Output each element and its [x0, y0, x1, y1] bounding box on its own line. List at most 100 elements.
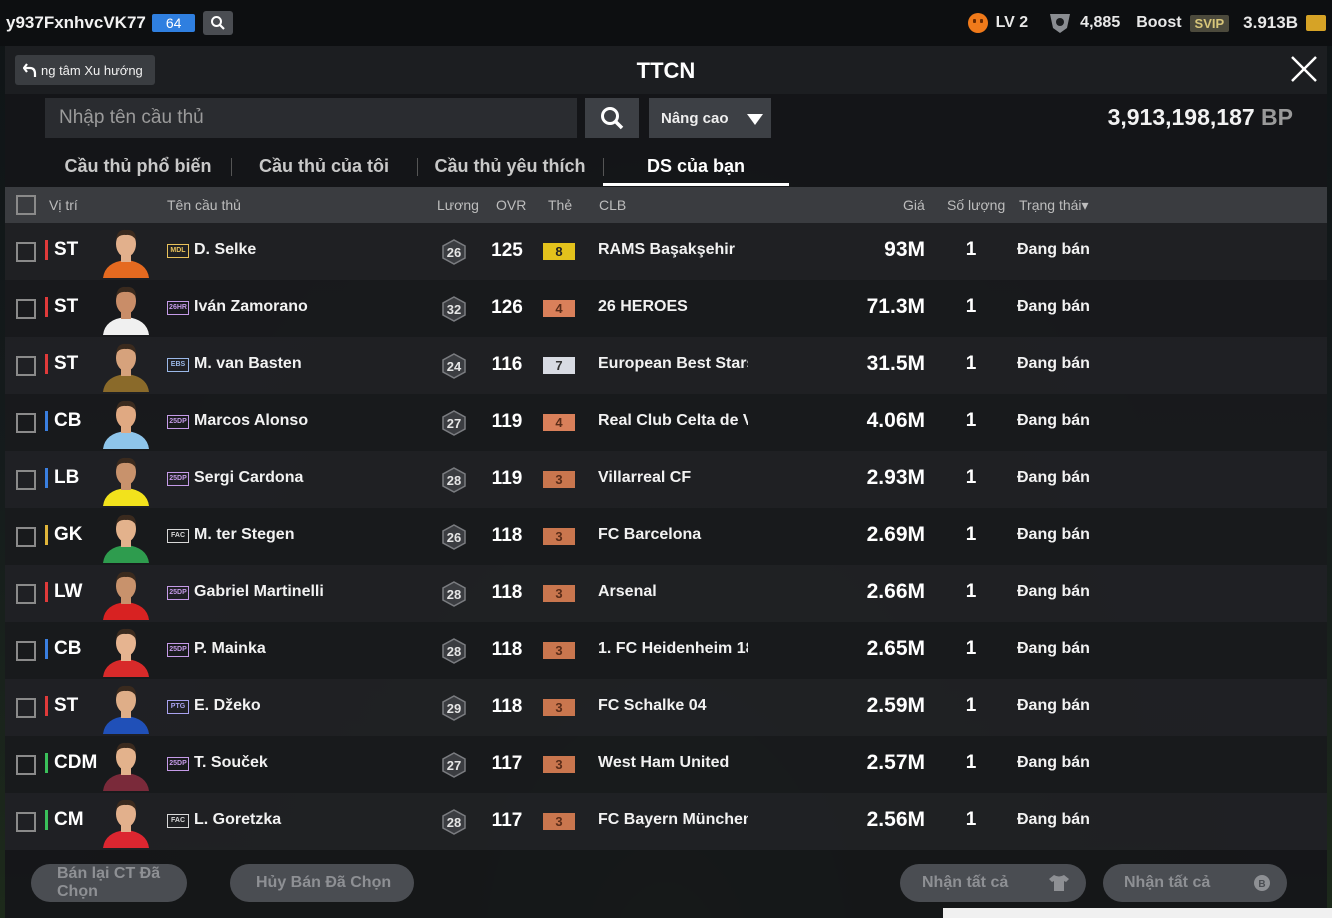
col-club[interactable]: CLB: [599, 197, 626, 213]
player-name[interactable]: Gabriel Martinelli: [194, 583, 324, 601]
player-ovr: 118: [491, 639, 523, 660]
row-checkbox[interactable]: [16, 584, 36, 604]
player-name[interactable]: P. Mainka: [194, 640, 266, 658]
cancel-sale-selected-button[interactable]: Hủy Bán Đã Chọn: [230, 864, 414, 902]
card-grade: 3: [543, 471, 575, 488]
player-quantity: 1: [965, 239, 977, 260]
col-quantity[interactable]: Số lượng: [947, 197, 1005, 213]
sale-status: Đang bán: [1017, 754, 1090, 771]
row-checkbox[interactable]: [16, 527, 36, 547]
tab-1[interactable]: Cầu thủ của tôi: [231, 150, 417, 186]
card-grade: 3: [543, 756, 575, 773]
player-quantity: 1: [965, 524, 977, 545]
row-checkbox[interactable]: [16, 299, 36, 319]
player-club: FC Bayern München: [598, 811, 748, 828]
table-row[interactable]: ST EBS M. van Basten 24 116 7 European B…: [5, 337, 1327, 394]
table-row[interactable]: CM FAC L. Goretzka 28 117 3 FC Bayern Mü…: [5, 793, 1327, 850]
player-name[interactable]: D. Selke: [194, 241, 256, 259]
player-name[interactable]: L. Goretzka: [194, 811, 281, 829]
salary-value: 26: [447, 245, 461, 260]
card-grade: 3: [543, 528, 575, 545]
player-name[interactable]: M. ter Stegen: [194, 526, 294, 544]
season-badge: FAC: [167, 814, 189, 828]
player-ovr: 118: [491, 525, 523, 546]
top-search-button[interactable]: [203, 11, 234, 35]
salary-badge: 24: [442, 353, 466, 379]
row-checkbox[interactable]: [16, 698, 36, 718]
salary-value: 27: [447, 758, 461, 773]
table-row[interactable]: GK FAC M. ter Stegen 26 118 3 FC Barcelo…: [5, 508, 1327, 565]
page-title: TTCN: [636, 58, 696, 83]
advanced-filter-dropdown[interactable]: Nâng cao: [649, 98, 771, 138]
col-salary[interactable]: Lương: [437, 197, 479, 213]
col-position[interactable]: Vị trí: [49, 197, 78, 213]
resell-selected-button[interactable]: Bán lại CT Đã Chọn: [31, 864, 187, 902]
row-checkbox[interactable]: [16, 755, 36, 775]
player-position: ST: [45, 240, 78, 260]
tab-2[interactable]: Cầu thủ yêu thích: [417, 150, 603, 186]
player-name[interactable]: M. van Basten: [194, 355, 302, 373]
col-ovr[interactable]: OVR: [496, 197, 526, 213]
search-button[interactable]: [585, 98, 639, 138]
table-row[interactable]: LB 25DP Sergi Cardona 28 119 3 Villarrea…: [5, 451, 1327, 508]
tab-0[interactable]: Cầu thủ phổ biến: [45, 150, 231, 186]
col-card[interactable]: Thẻ: [548, 197, 572, 213]
player-club: European Best Stars: [598, 355, 748, 372]
transfer-market-panel: ng tâm Xu hướng TTCN Nâng cao 3,913,198,…: [5, 46, 1327, 918]
table-row[interactable]: ST MDL D. Selke 26 125 8 RAMS Başakşehir…: [5, 223, 1327, 280]
player-search-input[interactable]: [45, 98, 577, 138]
season-badge: PTG: [167, 700, 189, 714]
claim-items-label: Nhận tất cả: [922, 874, 1009, 891]
table-row[interactable]: CDM 25DP T. Souček 27 117 3 West Ham Uni…: [5, 736, 1327, 793]
claim-all-items-button[interactable]: Nhận tất cả: [900, 864, 1086, 902]
claim-bp-label: Nhận tất cả: [1124, 874, 1211, 891]
claim-all-bp-button[interactable]: Nhận tất cả B: [1103, 864, 1287, 902]
tab-3[interactable]: DS của bạn: [603, 150, 789, 186]
player-portrait: [103, 400, 149, 449]
row-checkbox[interactable]: [16, 641, 36, 661]
table-row[interactable]: CB 25DP Marcos Alonso 27 119 4 Real Club…: [5, 394, 1327, 451]
player-ovr: 116: [491, 354, 523, 375]
close-icon[interactable]: [1289, 54, 1319, 84]
season-badge: 25DP: [167, 472, 189, 486]
player-ovr: 119: [491, 411, 523, 432]
salary-badge: 27: [442, 752, 466, 778]
table-row[interactable]: CB 25DP P. Mainka 28 118 3 1. FC Heidenh…: [5, 622, 1327, 679]
player-name[interactable]: E. Džeko: [194, 697, 261, 715]
table-row[interactable]: ST PTG E. Džeko 29 118 3 FC Schalke 04 2…: [5, 679, 1327, 736]
player-price: 2.65M: [866, 637, 925, 660]
player-club: Villarreal CF: [598, 469, 692, 486]
select-all-checkbox[interactable]: [16, 195, 36, 215]
sale-status: Đang bán: [1017, 811, 1090, 828]
season-badge: MDL: [167, 244, 189, 258]
player-name[interactable]: Sergi Cardona: [194, 469, 303, 487]
row-checkbox[interactable]: [16, 413, 36, 433]
player-price: 93M: [884, 238, 925, 261]
salary-badge: 27: [442, 410, 466, 436]
player-name[interactable]: Marcos Alonso: [194, 412, 308, 430]
boost-label: Boost: [1136, 14, 1182, 31]
row-checkbox[interactable]: [16, 470, 36, 490]
player-ovr: 117: [491, 810, 523, 831]
tab-bar: Cầu thủ phổ biến Cầu thủ của tôi Cầu thủ y…: [45, 150, 789, 186]
player-portrait: [103, 571, 149, 620]
player-portrait: [103, 343, 149, 392]
sale-status: Đang bán: [1017, 640, 1090, 657]
salary-value: 24: [447, 359, 462, 374]
col-status[interactable]: Trạng thái▾: [1019, 197, 1089, 214]
table-row[interactable]: ST 26HR Iván Zamorano 32 126 4 26 HEROES…: [5, 280, 1327, 337]
player-club: Arsenal: [598, 583, 657, 600]
card-grade: 3: [543, 585, 575, 602]
player-price: 71.3M: [866, 295, 925, 318]
row-checkbox[interactable]: [16, 812, 36, 832]
col-price[interactable]: Giá: [903, 197, 925, 213]
row-checkbox[interactable]: [16, 242, 36, 262]
table-row[interactable]: LW 25DP Gabriel Martinelli 28 118 3 Arse…: [5, 565, 1327, 622]
jersey-icon: [1049, 875, 1069, 891]
player-name[interactable]: T. Souček: [194, 754, 268, 772]
row-checkbox[interactable]: [16, 356, 36, 376]
sale-status: Đang bán: [1017, 526, 1090, 543]
salary-badge: 28: [442, 581, 466, 607]
player-name[interactable]: Iván Zamorano: [194, 298, 308, 316]
col-name[interactable]: Tên cầu thủ: [167, 197, 241, 213]
